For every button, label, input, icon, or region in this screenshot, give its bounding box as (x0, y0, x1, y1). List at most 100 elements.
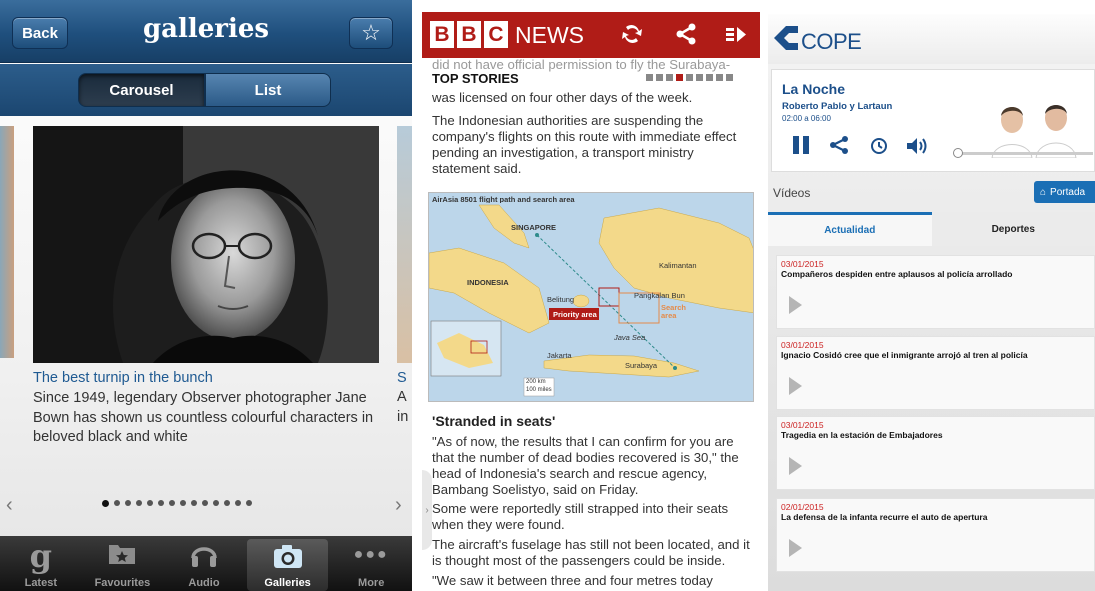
clock-icon[interactable] (870, 137, 888, 160)
bottom-tab-bar: g Latest Favourites Audio Galleries ●●● … (0, 536, 412, 591)
video-list-item[interactable]: 03/01/2015 Tragedia en la estación de Em… (776, 416, 1095, 490)
map-label-search: Search area (661, 303, 687, 320)
cope-logo-text: COPE (801, 29, 862, 54)
video-list-item[interactable]: 03/01/2015 Ignacio Cosidó cree que el in… (776, 336, 1095, 410)
portada-button[interactable]: ⌂ Portada (1034, 181, 1095, 203)
map-label-java-sea: Java Sea (614, 333, 646, 342)
headphones-icon (191, 547, 217, 567)
next-caption-title: S (397, 370, 407, 386)
view-mode-segment-bar: Carousel List (0, 64, 412, 116)
page-dot[interactable] (125, 500, 131, 506)
page-dot[interactable] (191, 500, 197, 506)
flight-path-map[interactable]: AirAsia 8501 flight path and search area (428, 192, 754, 402)
tab-label: More (358, 577, 385, 589)
cope-header: COPE (768, 14, 1095, 64)
video-date: 03/01/2015 (781, 340, 824, 350)
share-icon[interactable] (675, 22, 697, 52)
top-stories-label[interactable]: TOP STORIES (432, 71, 523, 86)
page-dot[interactable] (235, 500, 241, 506)
more-dots-icon: ●●● (353, 546, 389, 563)
share-icon[interactable] (829, 135, 849, 160)
tab-deportes[interactable]: Deportes (931, 212, 1095, 246)
cope-radio-screen: COPE La Noche Roberto Pablo y Lartaun 02… (768, 14, 1095, 591)
video-list-item[interactable]: 02/01/2015 La defensa de la infanta recu… (776, 498, 1095, 572)
article-paragraph: The aircraft's fuselage has still not be… (432, 537, 750, 568)
page-dot[interactable] (180, 500, 186, 506)
pause-icon[interactable] (792, 135, 810, 160)
guardian-galleries-screen: Back galleries ☆ Carousel List The best … (0, 0, 412, 591)
guardian-nav-bar: Back galleries ☆ (0, 0, 412, 63)
next-photo-peek[interactable] (397, 126, 412, 363)
video-date: 03/01/2015 (781, 259, 824, 269)
next-arrow-icon[interactable]: › (395, 494, 402, 517)
play-icon[interactable] (789, 457, 802, 475)
page-dot[interactable] (114, 500, 120, 506)
bbc-header-bar: B B C NEWS (422, 12, 760, 58)
map-scale-km: 200 km (526, 379, 546, 385)
guardian-g-icon: g (29, 537, 52, 575)
video-list-item[interactable]: 03/01/2015 Compañeros despiden entre apl… (776, 255, 1095, 329)
map-label-jakarta: Jakarta (547, 351, 572, 360)
video-date: 02/01/2015 (781, 502, 824, 512)
map-label-singapore: SINGAPORE (511, 223, 557, 232)
tab-more[interactable]: ●●● More (330, 536, 412, 591)
page-dot[interactable] (102, 500, 109, 507)
gallery-photo[interactable] (33, 126, 379, 363)
volume-slider-handle[interactable] (953, 148, 963, 158)
tab-favourites[interactable]: Favourites (82, 536, 164, 591)
program-time: 02:00 a 06:00 (782, 114, 831, 123)
map-label-pangkalan: Pangkalan Bun (634, 291, 685, 300)
tab-audio[interactable]: Audio (163, 536, 245, 591)
refresh-icon[interactable] (620, 22, 644, 52)
video-category-tabs: Actualidad Deportes (768, 212, 1095, 246)
page-dot[interactable] (136, 500, 142, 506)
page-dot[interactable] (147, 500, 153, 506)
article-subheading: 'Stranded in seats' (432, 413, 556, 429)
page-dot[interactable] (246, 500, 252, 506)
map-label-belitung: Belitung (547, 295, 575, 304)
home-icon: ⌂ (1040, 186, 1047, 198)
hosts-photo (991, 105, 1077, 158)
volume-icon[interactable] (905, 136, 929, 161)
volume-slider-track[interactable] (959, 152, 1093, 155)
video-title: Tragedia en la estación de Embajadores (781, 430, 943, 440)
video-date: 03/01/2015 (781, 420, 824, 430)
play-icon[interactable] (789, 377, 802, 395)
side-drawer-handle[interactable]: › (422, 470, 432, 550)
previous-arrow-icon[interactable]: ‹ (6, 494, 13, 517)
page-dot[interactable] (158, 500, 164, 506)
tab-latest[interactable]: g Latest (0, 536, 82, 591)
section-title: Vídeos (773, 186, 811, 200)
menu-arrow-icon[interactable] (724, 22, 748, 52)
caption-title[interactable]: The best turnip in the bunch (33, 370, 213, 386)
segment-carousel[interactable]: Carousel (78, 73, 205, 107)
map-label-priority: Priority area (553, 310, 597, 319)
program-hosts: Roberto Pablo y Lartaun (782, 101, 893, 112)
cope-logo-icon (774, 26, 798, 50)
bbc-logo: B B C (430, 21, 508, 48)
segment-list[interactable]: List (205, 73, 331, 107)
play-icon[interactable] (789, 296, 802, 314)
page-dot[interactable] (169, 500, 175, 506)
page-indicator[interactable] (102, 500, 252, 507)
page-dot[interactable] (202, 500, 208, 506)
article-paragraph: "As of now, the results that I can confi… (432, 434, 739, 497)
play-icon[interactable] (789, 539, 802, 557)
tab-label: Galleries (264, 577, 311, 589)
video-title: Ignacio Cosidó cree que el inmigrante ar… (781, 350, 1028, 360)
now-playing-card: La Noche Roberto Pablo y Lartaun 02:00 a… (771, 69, 1095, 172)
page-dot[interactable] (213, 500, 219, 506)
map-label-kalimantan: Kalimantan (659, 261, 697, 270)
article-paragraph: Some were reportedly still strapped into… (432, 501, 729, 532)
program-title: La Noche (782, 81, 846, 97)
previous-photo-peek[interactable] (0, 126, 14, 358)
logo-letter: B (430, 21, 454, 48)
tab-actualidad[interactable]: Actualidad (768, 212, 932, 246)
favourite-star-button[interactable]: ☆ (349, 17, 393, 49)
back-button[interactable]: Back (12, 17, 68, 49)
logo-letter: B (457, 21, 481, 48)
tab-galleries[interactable]: Galleries (246, 539, 329, 591)
star-icon: ☆ (361, 20, 381, 45)
page-dot[interactable] (224, 500, 230, 506)
map-label-surabaya: Surabaya (625, 361, 658, 370)
